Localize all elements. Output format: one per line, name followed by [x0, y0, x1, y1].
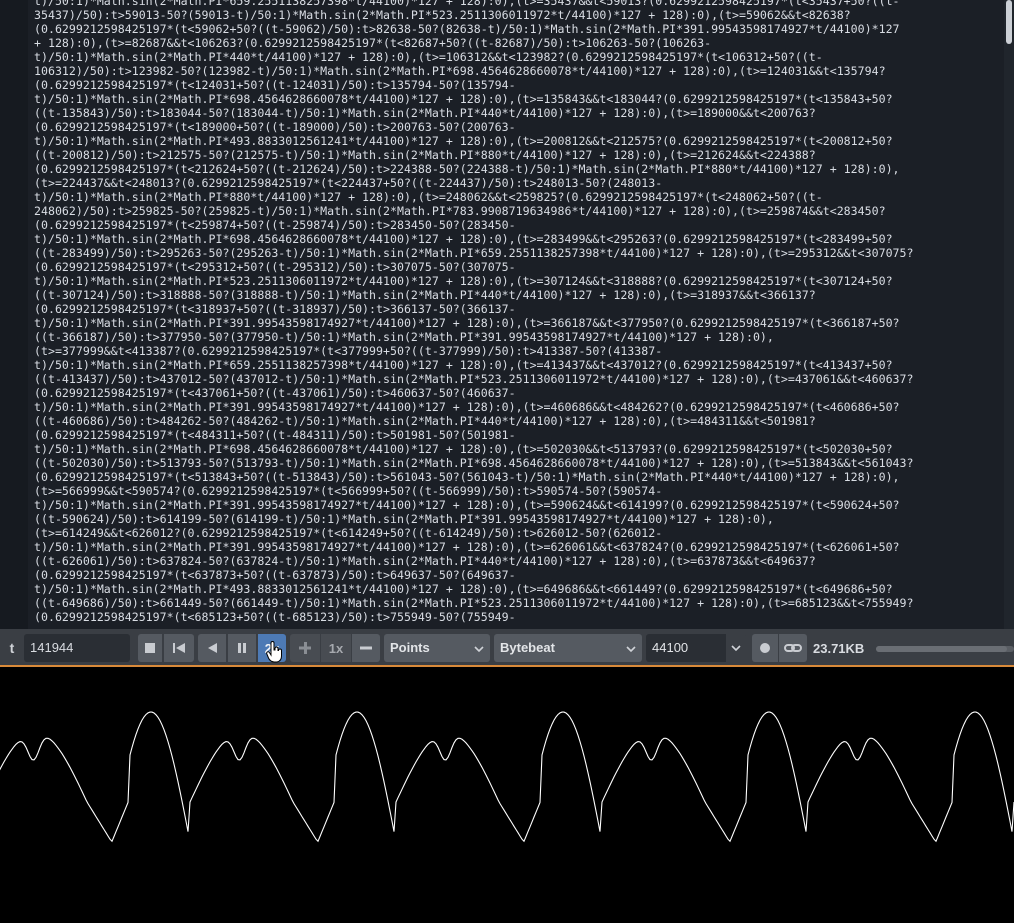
draw-mode-value: Points — [390, 640, 430, 655]
stop-icon — [144, 642, 156, 654]
speed-1x-label: 1x — [328, 640, 344, 656]
hand-cursor-icon — [266, 640, 284, 667]
mode-select[interactable]: Bytebeat — [494, 634, 642, 662]
draw-mode-select[interactable]: Points — [384, 634, 490, 662]
pause-button[interactable] — [228, 634, 256, 662]
time-label: t — [9, 640, 15, 656]
line-gutter — [0, 0, 28, 629]
code-text[interactable]: t)/50:1)*Math.sin(2*Math.PI*659.25511382… — [34, 0, 1004, 629]
code-editor[interactable]: t)/50:1)*Math.sin(2*Math.PI*659.25511382… — [0, 0, 1014, 629]
stop-button[interactable] — [138, 634, 162, 662]
share-link-button[interactable] — [779, 634, 807, 662]
waveform-trace — [0, 711, 1014, 843]
minus-icon — [359, 641, 373, 655]
play-backward-button[interactable] — [198, 634, 226, 662]
waveform-display — [0, 667, 1014, 919]
speed-down-button[interactable] — [352, 634, 380, 662]
volume-slider[interactable] — [876, 646, 1014, 652]
speed-value: 1x — [321, 634, 351, 662]
sample-rate-input[interactable]: 44100 — [646, 634, 726, 662]
chevron-down-icon — [731, 643, 741, 653]
waveform-canvas — [0, 711, 1014, 843]
play-backward-icon — [206, 642, 218, 654]
speed-up-button[interactable] — [290, 634, 320, 662]
control-bar: t 141944 2x 1x — [0, 629, 1014, 667]
mode-value: Bytebeat — [500, 640, 555, 655]
record-icon — [759, 642, 771, 654]
link-icon — [784, 642, 802, 654]
time-input[interactable]: 141944 — [24, 634, 130, 662]
sample-rate-dropdown[interactable] — [726, 634, 746, 662]
editor-scrollbar[interactable] — [1004, 0, 1014, 629]
skip-to-start-icon — [172, 642, 186, 654]
chevron-down-icon — [474, 642, 484, 657]
chevron-down-icon — [626, 642, 636, 657]
pause-icon — [236, 642, 248, 654]
volume-fill — [876, 646, 1008, 652]
code-size-label: 23.71KB — [813, 640, 865, 656]
record-button[interactable] — [752, 634, 778, 662]
rewind-button[interactable] — [164, 634, 194, 662]
scrollbar-thumb[interactable] — [1006, 0, 1012, 44]
plus-icon — [298, 641, 312, 655]
